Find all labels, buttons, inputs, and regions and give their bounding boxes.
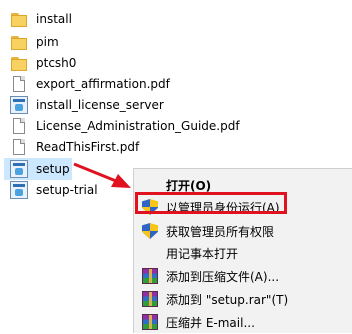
menu-item-take-ownership[interactable]: 获取管理员所有权限 <box>134 219 352 243</box>
folder-icon <box>10 54 28 72</box>
file-name: setup-trial <box>36 183 98 197</box>
installer-icon <box>10 96 28 114</box>
file-item-pim[interactable]: pim <box>4 31 294 53</box>
menu-item-label: 用记事本打开 <box>166 246 239 261</box>
file-name: export_affirmation.pdf <box>36 77 170 91</box>
menu-item-open-with-notepad[interactable]: 用记事本打开 <box>134 241 352 265</box>
file-item-ptcsh0[interactable]: ptcsh0 <box>4 52 294 74</box>
file-item-export-affirmation[interactable]: export_affirmation.pdf <box>4 73 294 95</box>
winrar-icon <box>142 268 158 284</box>
menu-item-label: 打开(O) <box>166 178 212 193</box>
file-name: pim <box>36 35 59 49</box>
winrar-icon <box>142 291 158 307</box>
menu-item-compress-and-email[interactable]: 压缩并 E-mail... <box>134 310 352 334</box>
document-icon <box>10 138 28 156</box>
file-name: install_license_server <box>36 98 164 112</box>
document-icon <box>10 75 28 93</box>
winrar-icon <box>142 314 158 330</box>
file-name: ptcsh0 <box>36 56 77 70</box>
folder-icon <box>10 10 28 28</box>
file-item-install-license-server[interactable]: install_license_server <box>4 94 294 116</box>
file-item-readthisfirst[interactable]: ReadThisFirst.pdf <box>4 136 294 158</box>
file-name: setup <box>36 162 70 176</box>
menu-item-label: 添加到 "setup.rar"(T) <box>166 292 289 307</box>
document-icon <box>10 117 28 135</box>
uac-shield-icon <box>142 223 158 239</box>
file-item-license-admin-guide[interactable]: License_Administration_Guide.pdf <box>4 115 294 137</box>
folder-icon <box>10 33 28 51</box>
menu-item-label: 压缩并 E-mail... <box>166 315 255 330</box>
file-name: install <box>36 12 72 26</box>
menu-item-label: 添加到压缩文件(A)... <box>166 269 280 284</box>
menu-item-label: 获取管理员所有权限 <box>166 224 275 239</box>
menu-item-add-to-setup-rar[interactable]: 添加到 "setup.rar"(T) <box>134 287 352 311</box>
file-name: License_Administration_Guide.pdf <box>36 119 240 133</box>
installer-icon <box>10 181 28 199</box>
file-name: ReadThisFirst.pdf <box>36 140 140 154</box>
installer-icon <box>10 160 28 178</box>
menu-item-add-to-archive[interactable]: 添加到压缩文件(A)... <box>134 264 352 288</box>
file-item-install[interactable]: install <box>4 8 294 30</box>
highlight-box <box>135 192 287 214</box>
file-item-setup[interactable]: setup <box>4 158 72 180</box>
